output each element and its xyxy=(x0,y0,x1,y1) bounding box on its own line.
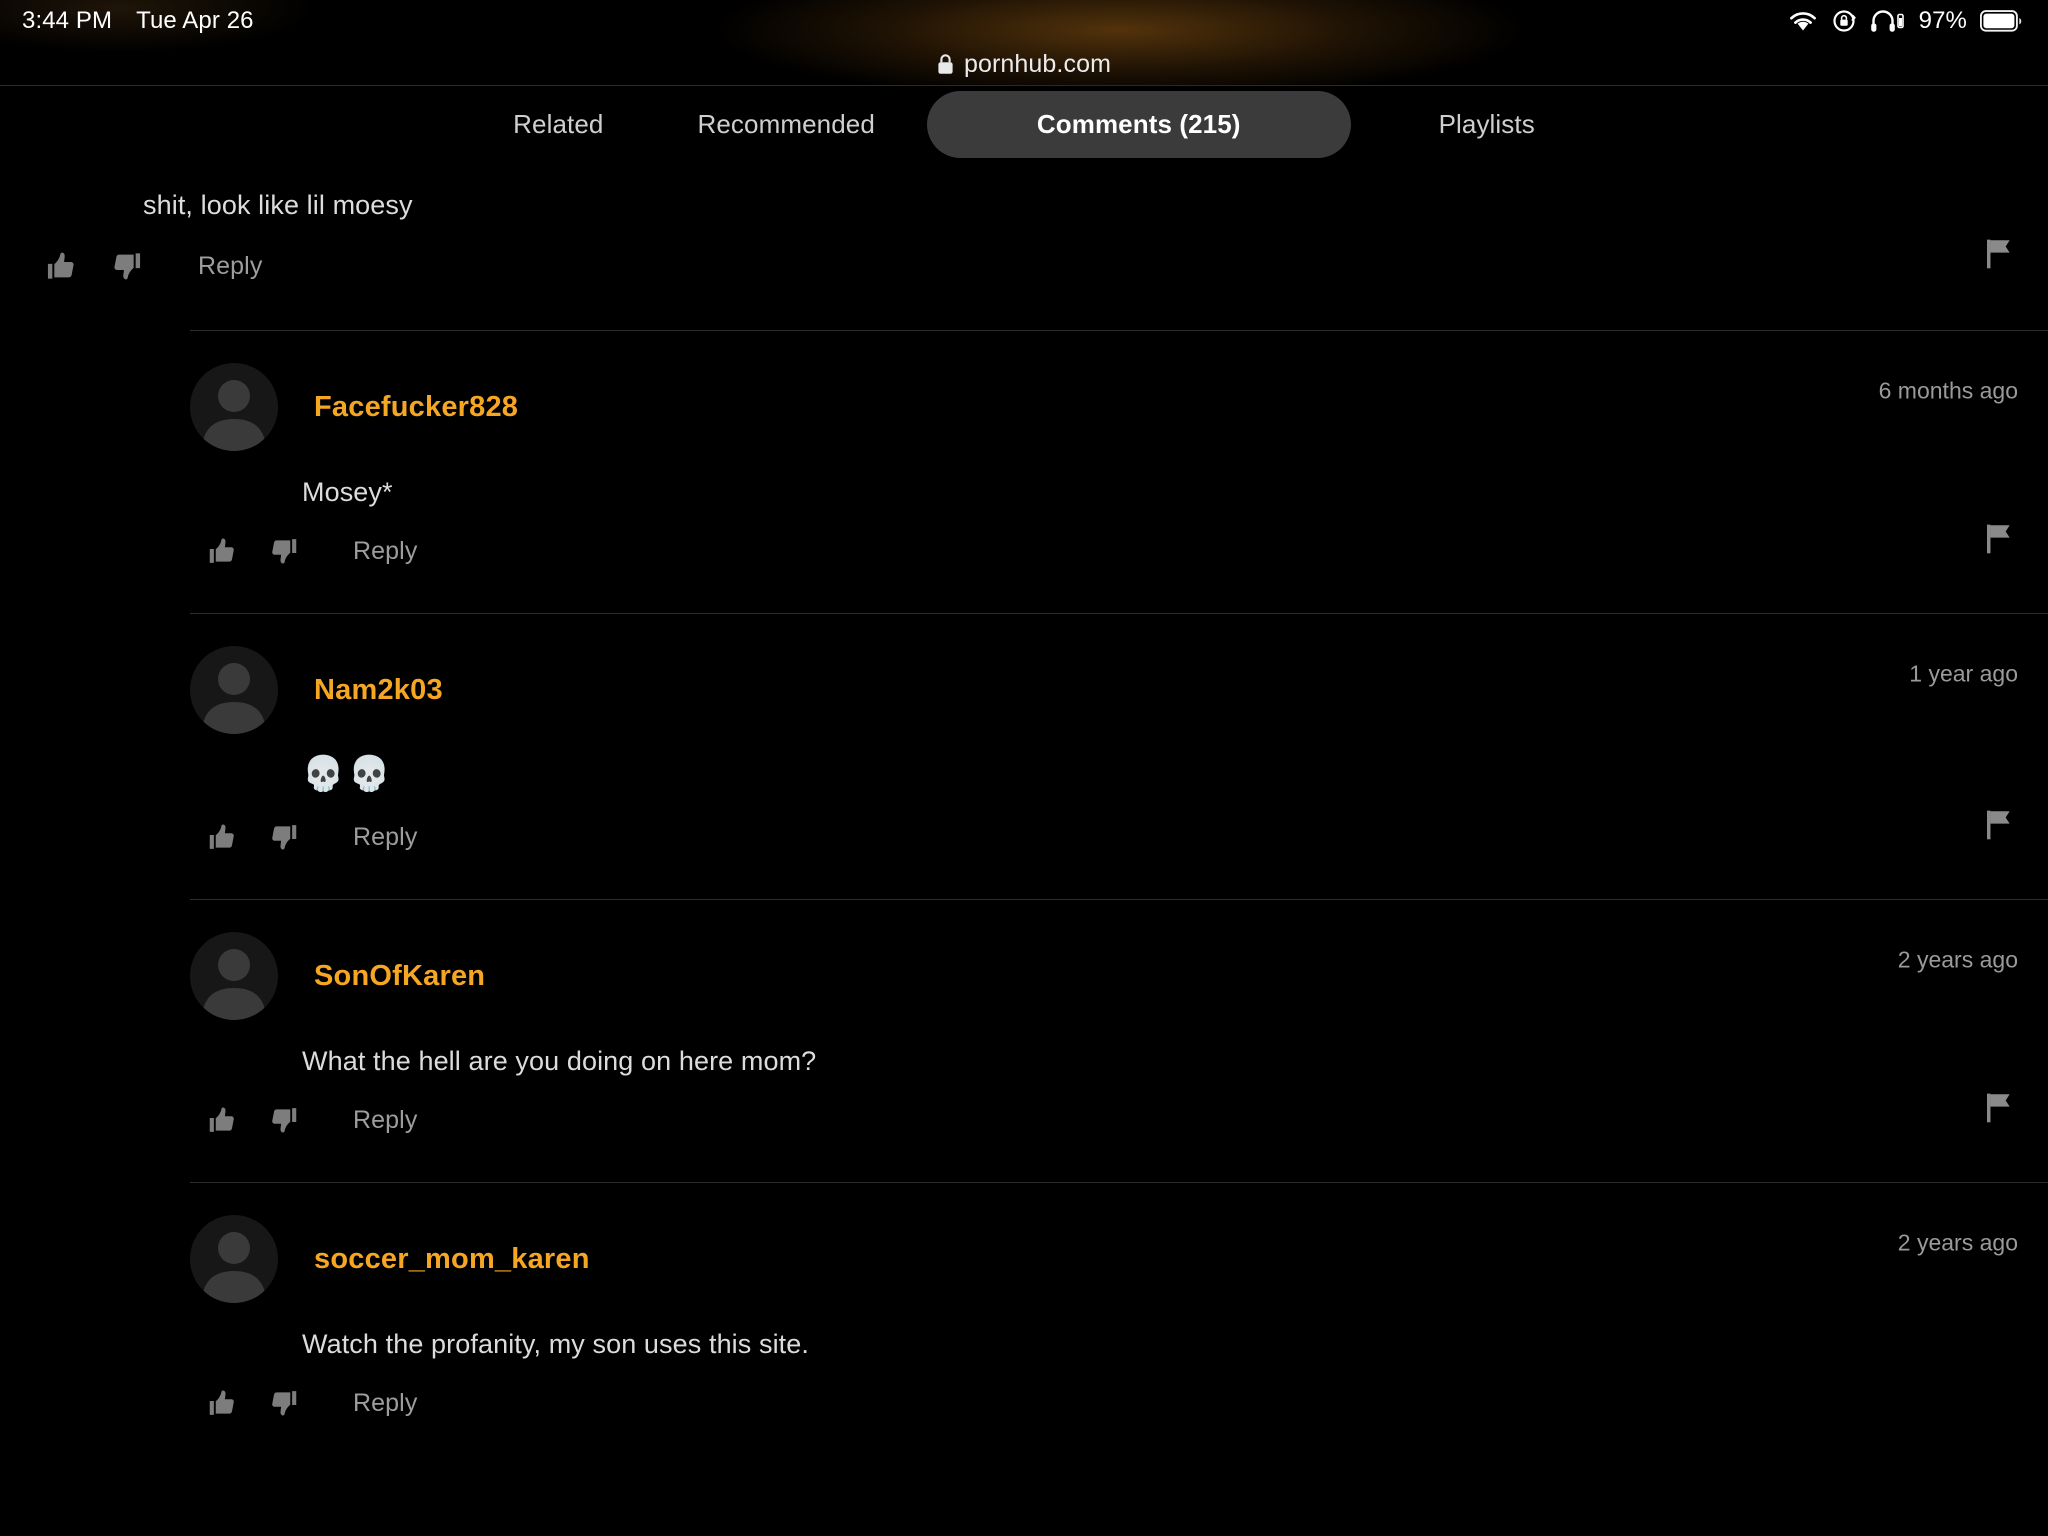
lock-icon xyxy=(937,53,954,75)
comment-text: Watch the profanity, my son uses this si… xyxy=(302,1329,810,1359)
flag-icon[interactable] xyxy=(1984,523,2014,555)
thumbs-up-icon[interactable] xyxy=(205,1386,239,1420)
status-date: Tue Apr 26 xyxy=(136,7,254,34)
flag-icon[interactable] xyxy=(1984,809,2014,841)
avatar[interactable] xyxy=(190,646,278,734)
thumbs-down-icon[interactable] xyxy=(267,1386,301,1420)
comment-timestamp: 2 years ago xyxy=(1897,1229,2018,1256)
browser-url-bar[interactable]: pornhub.com xyxy=(0,42,2048,86)
comment-timestamp: 1 year ago xyxy=(1909,660,2018,687)
comment-item: shit, look like lil moesy Reply xyxy=(0,162,2048,331)
thumbs-up-icon[interactable] xyxy=(205,1103,239,1137)
headphones-icon xyxy=(1870,9,1904,33)
thumbs-up-icon[interactable] xyxy=(205,534,239,568)
status-bar-right: 97% xyxy=(1788,7,2022,35)
comment-timestamp: 6 months ago xyxy=(1878,377,2018,404)
thumbs-down-icon[interactable] xyxy=(108,247,146,285)
rotation-lock-icon xyxy=(1831,8,1857,34)
reply-button[interactable]: Reply xyxy=(353,1106,417,1135)
comments-list[interactable]: shit, look like lil moesy Reply Facefuck… xyxy=(0,162,2048,1536)
avatar[interactable] xyxy=(190,932,278,1020)
tab-related[interactable]: Related xyxy=(483,91,633,158)
reply-button[interactable]: Reply xyxy=(353,537,417,566)
thumbs-up-icon[interactable] xyxy=(205,820,239,854)
comment-actions: Reply xyxy=(0,221,2048,285)
tab-playlists[interactable]: Playlists xyxy=(1409,91,1565,158)
comment-actions: Reply xyxy=(0,1077,2048,1137)
status-bar: 3:44 PM Tue Apr 26 97% xyxy=(0,0,2048,42)
comment-actions: Reply xyxy=(0,508,2048,568)
comment-timestamp: 2 years ago xyxy=(1897,946,2018,973)
content-tab-bar: Related Recommended Comments (215) Playl… xyxy=(0,86,2048,162)
tablet-screen: 3:44 PM Tue Apr 26 97% pornhub.com Relat… xyxy=(0,0,2048,1536)
thumbs-down-icon[interactable] xyxy=(267,1103,301,1137)
comment-text: 💀💀 xyxy=(302,755,395,793)
comment-username[interactable]: Facefucker828 xyxy=(314,391,518,424)
battery-percent: 97% xyxy=(1918,7,1967,34)
avatar[interactable] xyxy=(190,363,278,451)
reply-button[interactable]: Reply xyxy=(198,252,262,281)
battery-icon xyxy=(1980,10,2022,32)
tab-comments[interactable]: Comments (215) xyxy=(926,90,1351,158)
tab-recommended[interactable]: Recommended xyxy=(667,91,904,158)
comment-header: Nam2k03 1 year ago xyxy=(0,614,2048,734)
chrome-divider xyxy=(0,85,2048,86)
comment-username[interactable]: soccer_mom_karen xyxy=(314,1243,590,1276)
avatar[interactable] xyxy=(190,1215,278,1303)
comment-header: SonOfKaren 2 years ago xyxy=(0,900,2048,1020)
comment-item: Facefucker828 6 months ago Mosey* Reply xyxy=(0,331,2048,614)
flag-icon[interactable] xyxy=(1984,238,2014,270)
status-time: 3:44 PM xyxy=(22,7,113,34)
comment-text: Mosey* xyxy=(302,477,393,507)
reply-button[interactable]: Reply xyxy=(353,823,417,852)
comment-username[interactable]: SonOfKaren xyxy=(314,960,485,993)
comment-item: Nam2k03 1 year ago 💀💀 Reply xyxy=(0,614,2048,900)
flag-icon[interactable] xyxy=(1984,1092,2014,1124)
reply-button[interactable]: Reply xyxy=(353,1389,417,1418)
comment-header: soccer_mom_karen 2 years ago xyxy=(0,1183,2048,1303)
comment-item: soccer_mom_karen 2 years ago Watch the p… xyxy=(0,1183,2048,1420)
thumbs-down-icon[interactable] xyxy=(267,534,301,568)
comment-text: What the hell are you doing on here mom? xyxy=(302,1046,817,1076)
comment-header: Facefucker828 6 months ago xyxy=(0,331,2048,451)
comment-item: SonOfKaren 2 years ago What the hell are… xyxy=(0,900,2048,1183)
wifi-icon xyxy=(1788,10,1818,32)
comment-actions: Reply xyxy=(0,794,2048,854)
thumbs-up-icon[interactable] xyxy=(42,247,80,285)
url-text: pornhub.com xyxy=(963,49,1112,78)
thumbs-down-icon[interactable] xyxy=(267,820,301,854)
comment-text: shit, look like lil moesy xyxy=(143,190,413,220)
comment-actions: Reply xyxy=(0,1360,2048,1420)
comment-username[interactable]: Nam2k03 xyxy=(314,674,443,707)
status-bar-left: 3:44 PM Tue Apr 26 xyxy=(22,7,254,35)
